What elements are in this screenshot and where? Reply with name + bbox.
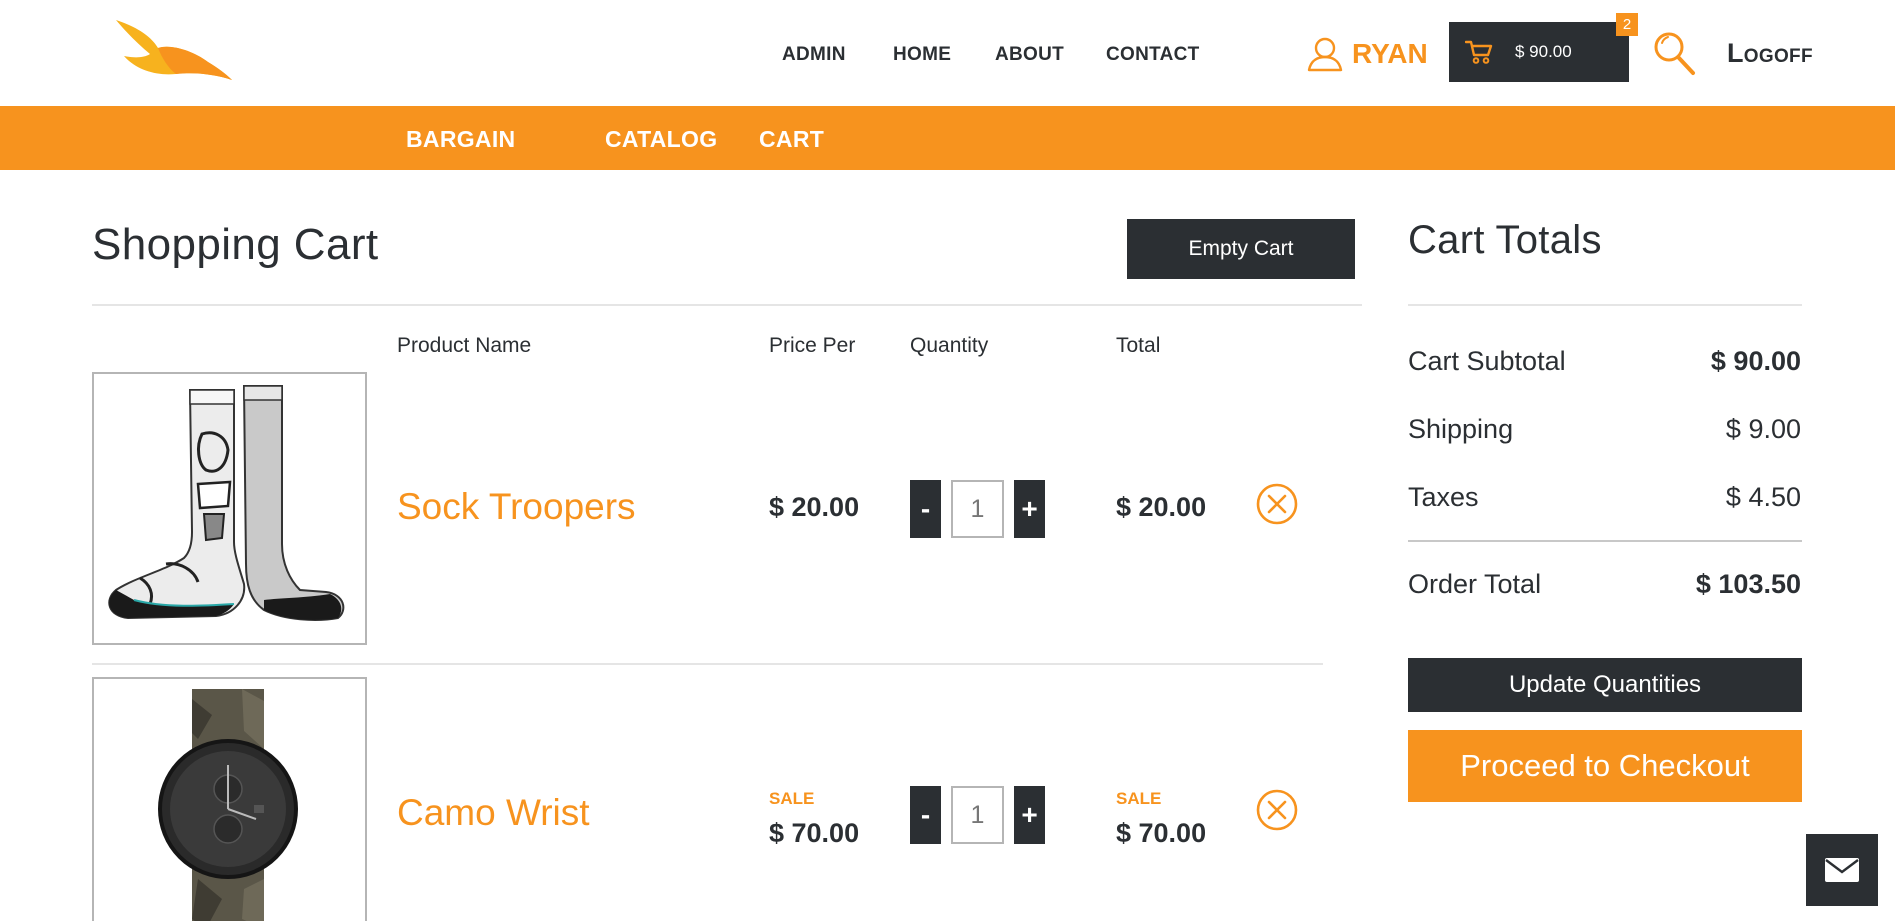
nav-about[interactable]: ABOUT <box>995 44 1064 66</box>
shipping-label: Shipping <box>1408 414 1514 444</box>
product-name[interactable]: Sock Troopers <box>397 486 636 528</box>
cart-count-badge: 2 <box>1616 13 1638 36</box>
product-image-socks[interactable] <box>92 372 367 645</box>
totals-divider <box>1408 540 1802 542</box>
update-quantities-button[interactable]: Update Quantities <box>1408 658 1802 712</box>
row-divider <box>92 663 1323 665</box>
quantity-input[interactable] <box>951 480 1004 538</box>
remove-icon[interactable] <box>1255 788 1299 832</box>
order-total-label: Order Total <box>1408 569 1542 599</box>
page-title: Shopping Cart <box>92 220 379 269</box>
taxes-value: $ 4.50 <box>1725 482 1801 512</box>
search-icon[interactable] <box>1652 30 1696 76</box>
cart-amount: $ 90.00 <box>1515 42 1572 61</box>
logoff-initial: L <box>1727 38 1744 68</box>
taxes-label: Taxes <box>1408 482 1479 512</box>
logoff-link[interactable]: LOGOFF <box>1727 38 1813 69</box>
quantity-increase-button[interactable]: + <box>1014 786 1045 844</box>
sale-label: SALE <box>1116 789 1162 808</box>
nav-contact[interactable]: CONTACT <box>1106 44 1200 66</box>
user-name: RYAN <box>1352 38 1428 69</box>
subtotal-label: Cart Subtotal <box>1408 346 1566 376</box>
cart-summary-button[interactable]: $ 90.00 <box>1449 22 1629 82</box>
order-total-value: $ 103.50 <box>1695 569 1801 599</box>
divider <box>92 304 1362 306</box>
sub-nav: BARGAIN CATALOG CART <box>0 106 1895 170</box>
logoff-rest: OGOFF <box>1743 46 1813 67</box>
proceed-to-checkout-button[interactable]: Proceed to Checkout <box>1408 730 1802 802</box>
mail-icon <box>1825 858 1859 882</box>
header: ADMIN HOME ABOUT CONTACT RYAN $ 90.00 2 … <box>0 0 1895 106</box>
subnav-cart[interactable]: CART <box>759 126 824 153</box>
subnav-bargain[interactable]: BARGAIN <box>406 126 515 153</box>
subtotal-value: $ 90.00 <box>1710 346 1801 376</box>
column-header-total: Total <box>1116 334 1161 357</box>
quantity-input[interactable] <box>951 786 1004 844</box>
totals-divider <box>1408 304 1802 306</box>
totals-title: Cart Totals <box>1408 218 1602 262</box>
contact-mail-button[interactable] <box>1806 834 1878 906</box>
product-image-watch[interactable] <box>92 677 367 921</box>
subnav-catalog[interactable]: CATALOG <box>605 126 717 153</box>
user-icon <box>1307 37 1343 72</box>
user-account[interactable]: RYAN <box>1306 36 1428 72</box>
product-price: $ 70.00 <box>769 818 860 848</box>
quantity-decrease-button[interactable]: - <box>910 480 941 538</box>
cart-icon <box>1465 40 1493 64</box>
product-name[interactable]: Camo Wrist <box>397 792 590 834</box>
empty-cart-button[interactable]: Empty Cart <box>1127 219 1355 279</box>
product-price: $ 20.00 <box>769 492 860 522</box>
nav-admin[interactable]: ADMIN <box>782 44 846 66</box>
line-total: $ 70.00 <box>1116 818 1207 848</box>
column-header-quantity: Quantity <box>910 334 989 357</box>
nav-home[interactable]: HOME <box>893 44 951 66</box>
line-total: $ 20.00 <box>1116 492 1207 522</box>
remove-icon[interactable] <box>1255 482 1299 526</box>
bird-logo-icon[interactable] <box>110 18 235 84</box>
sale-label: SALE <box>769 789 815 808</box>
shipping-value: $ 9.00 <box>1725 414 1801 444</box>
column-header-price-per: Price Per <box>769 334 856 357</box>
quantity-decrease-button[interactable]: - <box>910 786 941 844</box>
quantity-increase-button[interactable]: + <box>1014 480 1045 538</box>
column-header-product-name: Product Name <box>397 334 532 357</box>
